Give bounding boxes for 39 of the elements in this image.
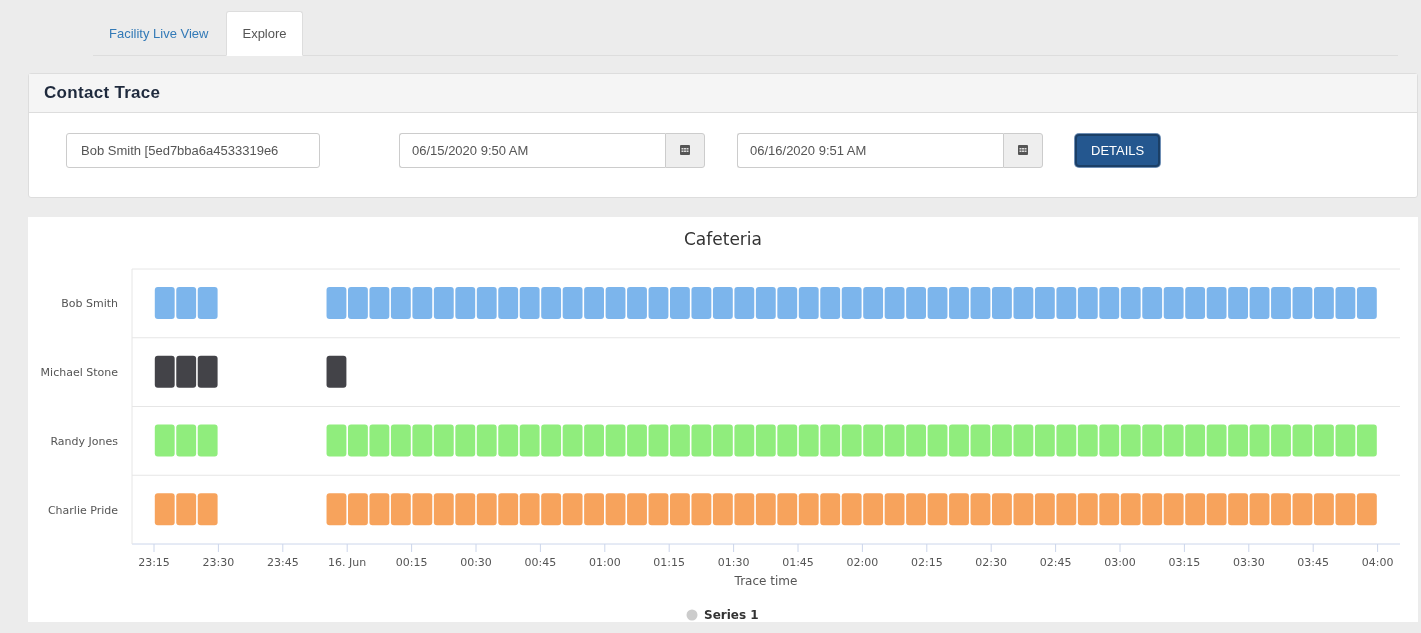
calendar-button[interactable] <box>1003 132 1043 168</box>
tick-label: 00:30 <box>460 556 492 569</box>
tick-label: 02:00 <box>846 556 879 569</box>
tick-label: 02:45 <box>1039 556 1072 569</box>
tick-label: 01:15 <box>653 556 686 569</box>
tick-label: 00:15 <box>395 556 428 569</box>
details-button[interactable]: DETAILS <box>1075 133 1161 167</box>
calendar-icon <box>1017 144 1029 156</box>
row-label: Charlie Pride <box>47 503 118 517</box>
tick-label: 23:45 <box>266 556 299 569</box>
legend-label[interactable]: Series 1 <box>704 608 759 622</box>
end-date-field[interactable]: 06/16/2020 9:51 AM <box>737 132 1003 168</box>
tick-label: 23:30 <box>202 556 235 569</box>
tick-label: 03:15 <box>1168 556 1201 569</box>
tab[interactable]: Facility Live View <box>93 11 225 56</box>
legend-dot[interactable] <box>686 609 698 621</box>
tick-label: 03:30 <box>1232 556 1265 569</box>
chart-title: Cafeteria <box>684 229 762 249</box>
row-label: Michael Stone <box>40 366 118 380</box>
row-label: Bob Smith <box>61 297 118 311</box>
person-field[interactable]: Bob Smith [5ed7bba6a4533319e6 <box>66 132 320 168</box>
tick-label: 02:15 <box>910 556 943 569</box>
tick-label: 16. Jun <box>328 556 367 569</box>
tick-label: 23:15 <box>138 556 170 569</box>
tick-label: 01:00 <box>588 556 621 569</box>
start-date-field[interactable]: 06/15/2020 9:50 AM <box>399 132 665 168</box>
tick-label: 04:00 <box>1361 556 1394 569</box>
tick-label: 01:30 <box>717 556 750 569</box>
tick-label: 00:45 <box>524 556 557 569</box>
panel-title: Contact Trace <box>44 83 161 103</box>
axis-title: Trace time <box>734 574 798 588</box>
tab[interactable]: Explore <box>226 11 303 56</box>
tick-label: 01:45 <box>782 556 814 569</box>
tick-label: 03:00 <box>1104 556 1136 569</box>
calendar-icon <box>679 144 691 156</box>
tick-label: 02:30 <box>975 556 1008 569</box>
row-label: Randy Jones <box>50 434 118 448</box>
calendar-button[interactable] <box>665 132 705 168</box>
tick-label: 03:45 <box>1297 556 1330 569</box>
